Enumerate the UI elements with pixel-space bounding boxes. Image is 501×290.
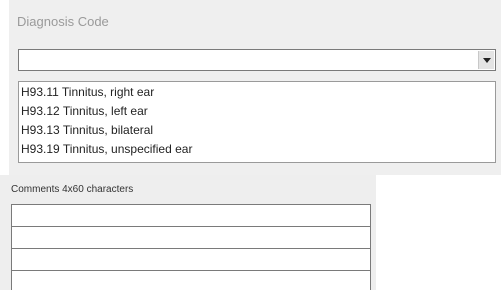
comment-line-1[interactable]: [11, 204, 371, 227]
diagnosis-option[interactable]: H93.13 Tinnitus, bilateral: [19, 121, 495, 140]
diagnosis-code-select[interactable]: [18, 49, 496, 71]
comment-line-3[interactable]: [11, 248, 371, 271]
comments-label: Comments 4x60 characters: [11, 184, 134, 195]
diagnosis-code-options-list: H93.11 Tinnitus, right ear H93.12 Tinnit…: [18, 81, 496, 163]
diagnosis-code-label: Diagnosis Code: [17, 14, 109, 29]
comment-line-2[interactable]: [11, 226, 371, 249]
chevron-down-icon: [483, 58, 491, 63]
diagnosis-option[interactable]: H93.11 Tinnitus, right ear: [19, 83, 495, 102]
diagnosis-option[interactable]: H93.19 Tinnitus, unspecified ear: [19, 140, 495, 159]
comment-line-4[interactable]: [11, 270, 371, 290]
diagnosis-option[interactable]: H93.12 Tinnitus, left ear: [19, 102, 495, 121]
dropdown-button[interactable]: [478, 51, 494, 69]
